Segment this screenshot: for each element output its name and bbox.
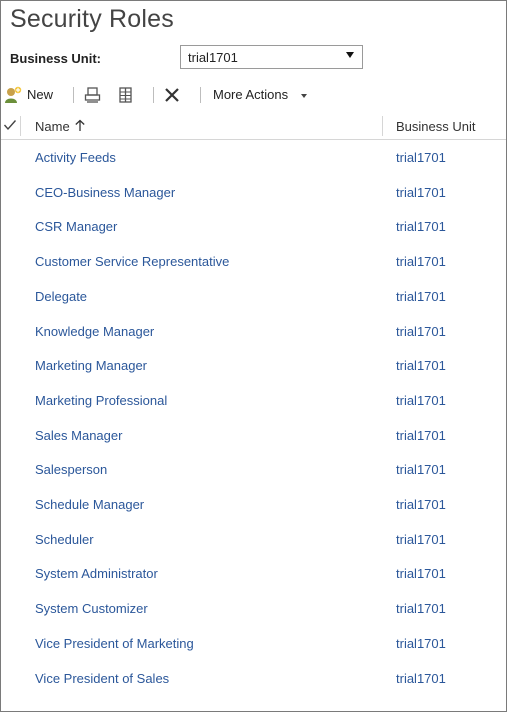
command-bar: New More Actions <box>1 83 506 109</box>
sort-ascending-icon[interactable] <box>74 119 86 132</box>
page-title: Security Roles <box>10 5 174 33</box>
more-actions-label: More Actions <box>213 87 289 102</box>
table-row[interactable]: CEO-Business Manager trial1701 <box>1 176 506 210</box>
role-name-link[interactable]: Knowledge Manager <box>35 324 154 339</box>
toolbar-divider <box>73 87 74 103</box>
chevron-down-icon <box>301 94 307 98</box>
role-name-link[interactable]: CSR Manager <box>35 219 117 234</box>
role-name-link[interactable]: Marketing Professional <box>35 393 167 408</box>
column-divider <box>382 116 383 136</box>
table-row[interactable]: Delegate trial1701 <box>1 280 506 314</box>
table-row[interactable]: Activity Feeds trial1701 <box>1 141 506 175</box>
business-unit-link[interactable]: trial1701 <box>396 289 446 304</box>
table-row[interactable]: CSR Manager trial1701 <box>1 210 506 244</box>
business-unit-link[interactable]: trial1701 <box>396 601 446 616</box>
business-unit-link[interactable]: trial1701 <box>396 462 446 477</box>
business-unit-selected-value: trial1701 <box>188 50 238 65</box>
business-unit-link[interactable]: trial1701 <box>396 497 446 512</box>
role-name-link[interactable]: CEO-Business Manager <box>35 185 175 200</box>
business-unit-link[interactable]: trial1701 <box>396 393 446 408</box>
columns-icon[interactable] <box>116 85 136 105</box>
column-divider <box>20 116 21 136</box>
toolbar-divider <box>153 87 154 103</box>
role-name-link[interactable]: System Customizer <box>35 601 148 616</box>
role-name-link[interactable]: Customer Service Representative <box>35 254 229 269</box>
business-unit-link[interactable]: trial1701 <box>396 219 446 234</box>
role-name-link[interactable]: Sales Manager <box>35 428 122 443</box>
table-row[interactable]: Marketing Professional trial1701 <box>1 384 506 418</box>
business-unit-label: Business Unit: <box>10 51 102 66</box>
table-row[interactable]: Schedule Manager trial1701 <box>1 488 506 522</box>
role-name-link[interactable]: Vice President of Sales <box>35 671 169 686</box>
role-name-link[interactable]: Vice President of Marketing <box>35 636 194 651</box>
print-preview-icon[interactable] <box>83 85 103 105</box>
security-roles-window: Security Roles Business Unit: trial1701 … <box>0 0 507 712</box>
column-header-name[interactable]: Name <box>35 119 70 134</box>
role-name-link[interactable]: Delegate <box>35 289 87 304</box>
table-row[interactable]: System Administrator trial1701 <box>1 557 506 591</box>
business-unit-link[interactable]: trial1701 <box>396 532 446 547</box>
new-button[interactable]: New <box>3 83 59 107</box>
role-name-link[interactable]: Schedule Manager <box>35 497 144 512</box>
role-name-link[interactable]: Marketing Manager <box>35 358 147 373</box>
checkmark-icon[interactable] <box>3 118 17 132</box>
business-unit-link[interactable]: trial1701 <box>396 671 446 686</box>
table-row[interactable]: Customer Service Representative trial170… <box>1 245 506 279</box>
business-unit-row: Business Unit: trial1701 <box>10 45 370 71</box>
toolbar-divider <box>200 87 201 103</box>
delete-icon[interactable] <box>162 85 182 105</box>
new-record-icon <box>5 86 22 103</box>
more-actions-button[interactable]: More Actions <box>213 83 313 107</box>
business-unit-link[interactable]: trial1701 <box>396 150 446 165</box>
role-name-link[interactable]: Salesperson <box>35 462 107 477</box>
business-unit-link[interactable]: trial1701 <box>396 185 446 200</box>
table-row[interactable]: Marketing Manager trial1701 <box>1 349 506 383</box>
table-row[interactable]: Scheduler trial1701 <box>1 523 506 557</box>
new-button-label: New <box>27 87 54 102</box>
role-name-link[interactable]: Activity Feeds <box>35 150 116 165</box>
role-name-link[interactable]: System Administrator <box>35 566 158 581</box>
business-unit-select[interactable]: trial1701 <box>180 45 363 69</box>
dropdown-arrow-icon <box>346 52 354 58</box>
business-unit-link[interactable]: trial1701 <box>396 358 446 373</box>
table-row[interactable]: Sales Manager trial1701 <box>1 419 506 453</box>
role-name-link[interactable]: Scheduler <box>35 532 94 547</box>
business-unit-link[interactable]: trial1701 <box>396 324 446 339</box>
table-row[interactable]: Vice President of Marketing trial1701 <box>1 627 506 661</box>
business-unit-link[interactable]: trial1701 <box>396 566 446 581</box>
column-header-business-unit[interactable]: Business Unit <box>396 119 475 134</box>
table-row[interactable]: System Customizer trial1701 <box>1 592 506 626</box>
business-unit-link[interactable]: trial1701 <box>396 254 446 269</box>
grid-header: Name Business Unit <box>1 112 506 140</box>
business-unit-link[interactable]: trial1701 <box>396 428 446 443</box>
table-row[interactable]: Knowledge Manager trial1701 <box>1 315 506 349</box>
table-row[interactable]: Salesperson trial1701 <box>1 453 506 487</box>
business-unit-link[interactable]: trial1701 <box>396 636 446 651</box>
table-row[interactable]: Vice President of Sales trial1701 <box>1 662 506 696</box>
